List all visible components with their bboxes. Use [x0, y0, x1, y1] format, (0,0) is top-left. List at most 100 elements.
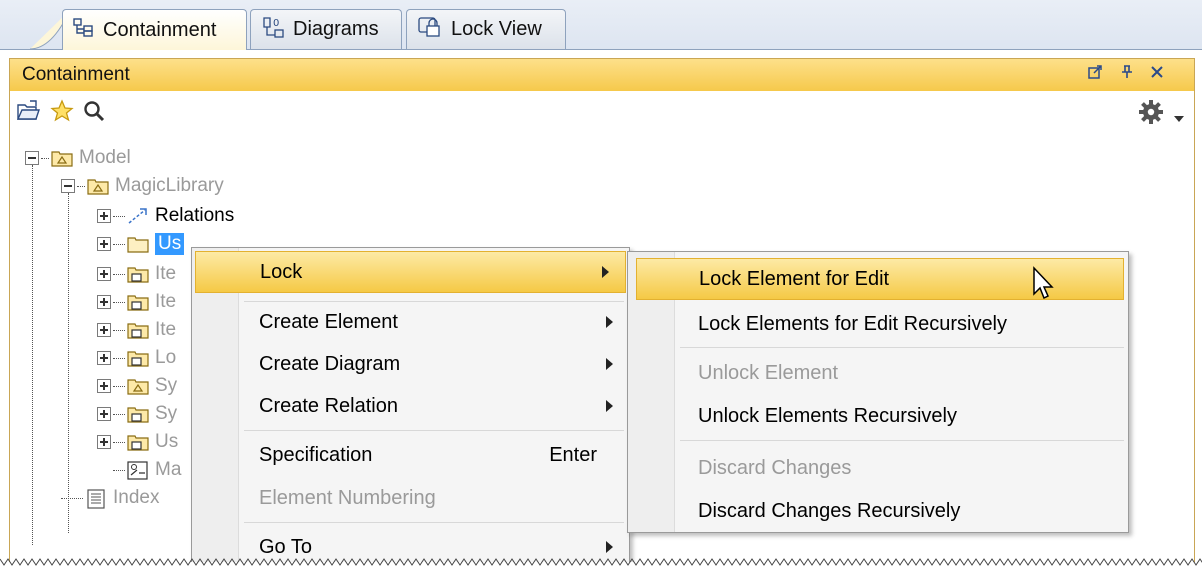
tree-node-relations[interactable]: Relations [97, 202, 234, 230]
submenu-arrow-icon [606, 541, 613, 553]
document-icon [85, 489, 107, 509]
menu-separator [244, 522, 624, 523]
tree-node-selected[interactable]: Us [97, 230, 185, 258]
containment-tree-icon [73, 17, 95, 43]
tree-connector [113, 385, 125, 387]
expand-toggle[interactable] [97, 295, 111, 309]
menu-item-label: Specification [259, 443, 373, 466]
star-icon[interactable] [50, 99, 74, 128]
menu-item-label: Lock Elements for Edit Recursively [698, 312, 1008, 335]
tree-node-label: Ite [155, 291, 177, 312]
tree-node-label: Lo [155, 347, 177, 368]
lock-view-icon [417, 16, 443, 44]
menu-item-lock[interactable]: Lock [195, 251, 626, 293]
menu-item-label: Lock [260, 260, 303, 283]
locked-package-icon [127, 293, 149, 311]
tab-lock-view[interactable]: Lock View [406, 9, 566, 49]
collapse-toggle[interactable] [25, 151, 39, 165]
package-icon [127, 377, 149, 395]
tree-connector [113, 329, 125, 331]
expand-toggle[interactable] [97, 237, 111, 251]
expand-toggle[interactable] [97, 351, 111, 365]
context-menu: Lock Create Element Create Diagram Creat… [191, 247, 630, 567]
menu-item-lock-elements-recursively[interactable]: Lock Elements for Edit Recursively [628, 303, 1128, 345]
panel-title: Containment [22, 64, 130, 85]
tree-node-label: Relations [155, 205, 235, 226]
tree-connector [113, 413, 125, 415]
relations-icon [127, 207, 149, 225]
tree-connector [77, 185, 85, 187]
tab-containment-label: Containment [103, 18, 217, 41]
package-icon [51, 149, 73, 167]
tree-node-label: Index [113, 487, 160, 508]
expand-toggle[interactable] [97, 323, 111, 337]
tree-node-label: MagicLibrary [115, 175, 224, 196]
menu-item-unlock-element: Unlock Element [628, 352, 1128, 394]
tree-node-label: Us [155, 431, 179, 452]
float-icon[interactable] [1088, 65, 1102, 84]
tree-node-label: Ite [155, 319, 177, 340]
locked-package-icon [127, 349, 149, 367]
locked-package-icon [127, 321, 149, 339]
tab-containment[interactable]: Containment [62, 9, 247, 50]
search-icon[interactable] [82, 99, 106, 128]
tree-node-model[interactable]: Model [25, 144, 131, 172]
tree-node[interactable]: Sy [97, 400, 177, 428]
submenu-arrow-icon [606, 400, 613, 412]
menu-item-specification[interactable]: Specification Enter [192, 434, 629, 476]
containment-browser: Containment 0 Diagrams Lock View Contain… [0, 0, 1202, 567]
menu-item-label: Element Numbering [259, 486, 436, 509]
locked-package-icon [127, 405, 149, 423]
tab-diagrams[interactable]: 0 Diagrams [250, 9, 402, 49]
submenu-arrow-icon [606, 316, 613, 328]
gear-icon[interactable] [1138, 99, 1164, 130]
menu-item-label: Lock Element for Edit [699, 267, 890, 290]
tree-node-label: Model [79, 147, 131, 168]
menu-item-unlock-elements-recursively[interactable]: Unlock Elements Recursively [628, 395, 1128, 437]
tree-node[interactable]: Lo [97, 344, 176, 372]
tree-connector [113, 469, 125, 471]
tree-guide-line [32, 165, 33, 545]
tree-connector [41, 157, 49, 159]
tree-connector [113, 273, 125, 275]
close-icon[interactable] [1150, 65, 1164, 84]
tree-connector [113, 301, 125, 303]
diagram-icon [127, 461, 149, 480]
tree-node[interactable]: Ma [113, 456, 181, 484]
tree-node-label: Ite [155, 263, 177, 284]
menu-item-label: Discard Changes [698, 456, 852, 479]
tree-connector [113, 357, 125, 359]
collapse-toggle[interactable] [61, 179, 75, 193]
menu-separator [680, 347, 1124, 348]
menu-item-create-relation[interactable]: Create Relation [192, 385, 629, 427]
tree-connector [113, 215, 125, 217]
panel-title-bar: Containment [10, 59, 1194, 91]
menu-item-label: Unlock Elements Recursively [698, 404, 957, 427]
menu-item-create-element[interactable]: Create Element [192, 301, 629, 343]
expand-toggle[interactable] [97, 379, 111, 393]
tree-node-magiclibrary[interactable]: MagicLibrary [61, 172, 224, 200]
tree-node[interactable]: Ite [97, 260, 176, 288]
menu-item-create-diagram[interactable]: Create Diagram [192, 343, 629, 385]
tree-node-label: Sy [155, 375, 178, 396]
menu-item-discard-changes: Discard Changes [628, 447, 1128, 489]
expand-toggle[interactable] [97, 267, 111, 281]
tree-connector [113, 441, 125, 443]
tree-node-index[interactable]: Index [61, 484, 159, 512]
tree-node[interactable]: Ite [97, 288, 176, 316]
tree-node[interactable]: Sy [97, 372, 177, 400]
folder-icon [127, 235, 149, 253]
pin-icon[interactable] [1120, 65, 1134, 84]
tree-node[interactable]: Ite [97, 316, 176, 344]
tree-node-label-selected: Us [155, 233, 185, 255]
expand-toggle[interactable] [97, 209, 111, 223]
tree-node[interactable]: Us [97, 428, 178, 456]
expand-toggle[interactable] [97, 435, 111, 449]
open-folder-icon[interactable] [16, 99, 40, 128]
menu-item-label: Unlock Element [698, 361, 839, 384]
menu-item-discard-changes-recursively[interactable]: Discard Changes Recursively [628, 490, 1128, 532]
torn-edge [0, 558, 1202, 567]
tab-lock-view-label: Lock View [451, 18, 542, 40]
dropdown-arrow-icon[interactable] [1174, 109, 1184, 127]
expand-toggle[interactable] [97, 407, 111, 421]
